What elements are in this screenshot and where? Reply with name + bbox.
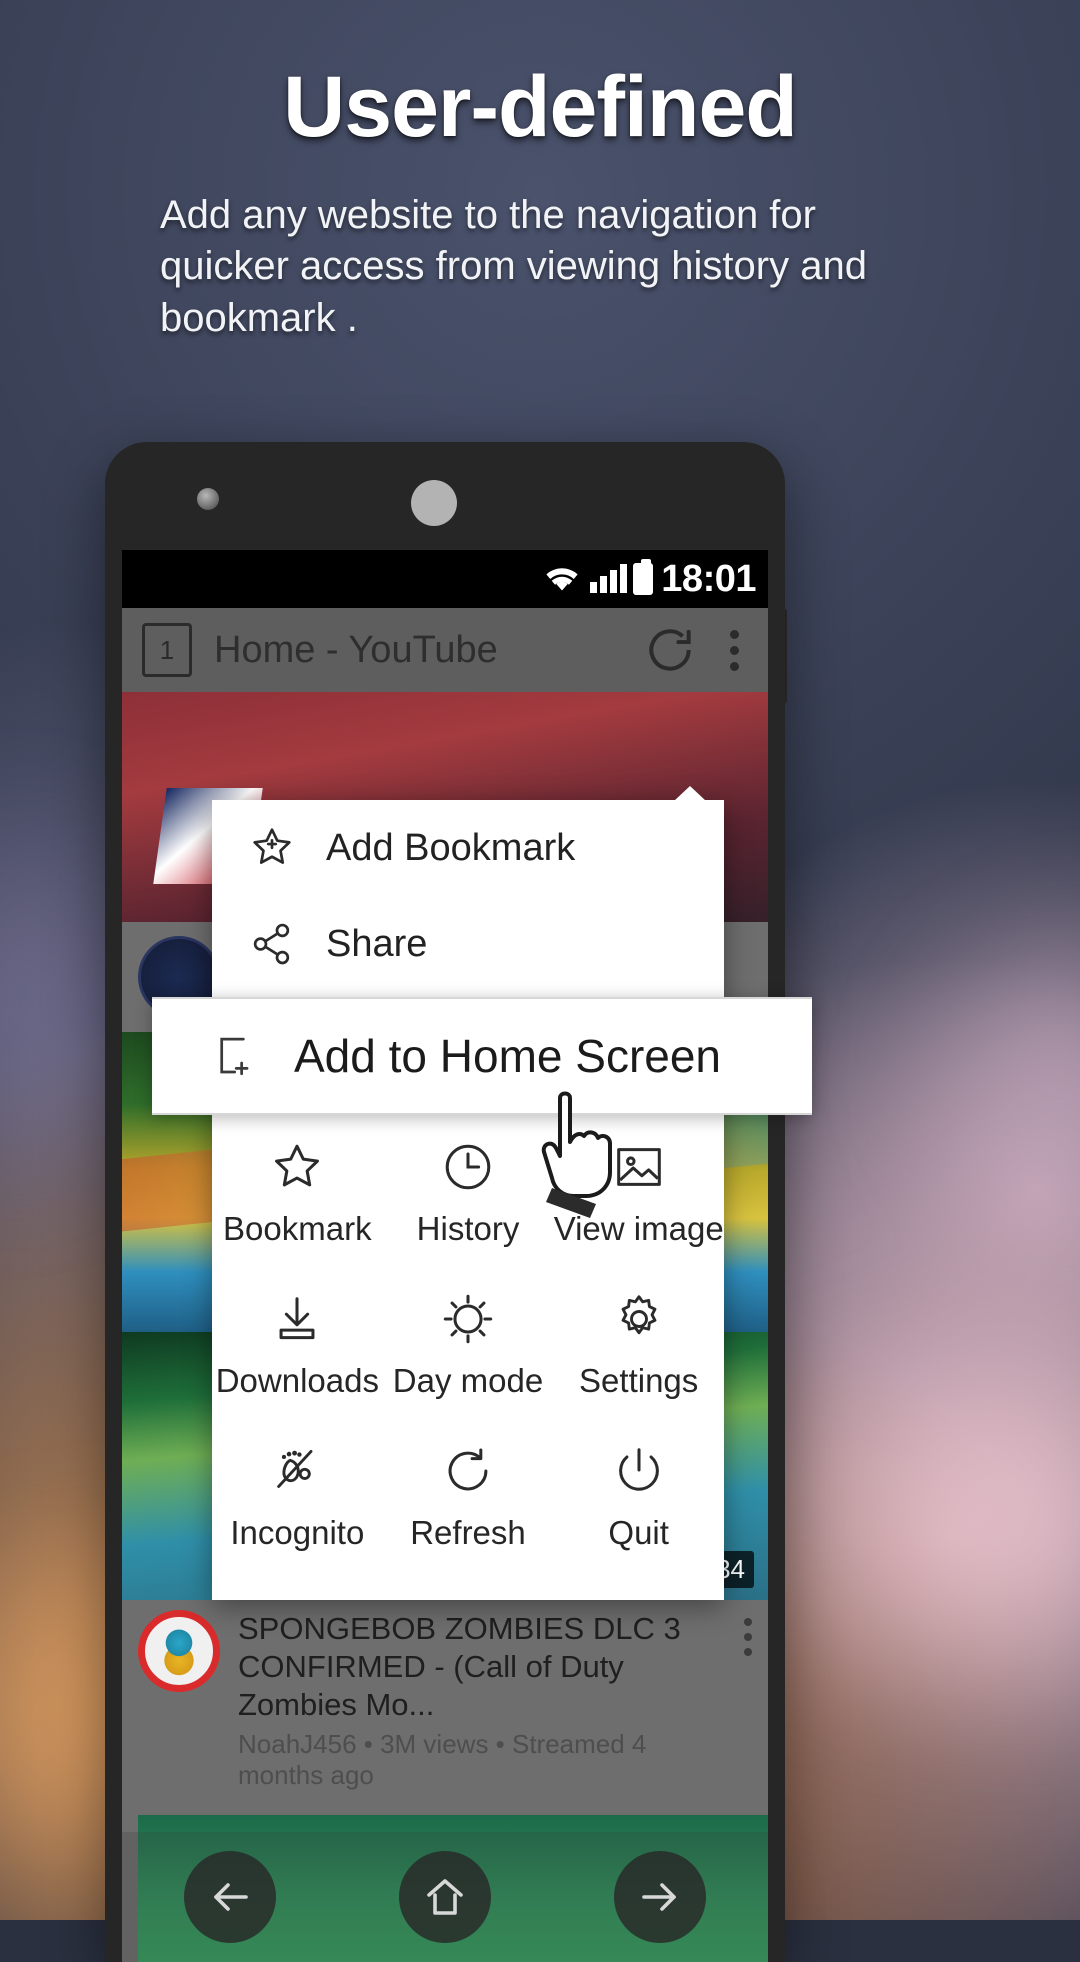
bottom-navigation-bar	[122, 1832, 768, 1962]
menu-grid-row: Bookmark History View image	[212, 1114, 724, 1266]
reload-icon[interactable]	[642, 622, 698, 678]
video-overflow-icon[interactable]	[744, 1610, 752, 1791]
power-icon	[608, 1440, 670, 1502]
share-nodes-icon	[246, 918, 298, 970]
clock-icon	[437, 1136, 499, 1198]
menu-icon-grid: Bookmark History View image Downloads Da…	[212, 1108, 724, 1600]
menu-grid-label: Incognito	[230, 1514, 365, 1551]
menu-grid-item-bookmark[interactable]: Bookmark	[212, 1114, 383, 1266]
menu-item-label: Add to Home Screen	[294, 1030, 722, 1082]
menu-grid-item-downloads[interactable]: Downloads	[212, 1266, 383, 1418]
menu-item-label: Share	[326, 922, 428, 965]
menu-grid-item-quit[interactable]: Quit	[553, 1418, 724, 1570]
download-icon	[266, 1288, 328, 1350]
hand-cursor-icon	[520, 1078, 640, 1218]
menu-grid-label: Bookmark	[223, 1210, 372, 1247]
promo-header: User-defined Add any website to the navi…	[0, 62, 1080, 344]
status-bar-clock: 18:01	[661, 557, 756, 600]
front-camera-icon	[197, 488, 219, 510]
page-title: User-defined	[283, 59, 798, 155]
tab-count-button[interactable]: 1	[142, 623, 192, 677]
signal-bars-icon	[590, 564, 628, 593]
page-subtitle: Add any website to the navigation for qu…	[160, 193, 867, 340]
star-plus-icon	[246, 822, 298, 874]
menu-grid-item-incognito[interactable]: Incognito	[212, 1418, 383, 1570]
video-meta: NoahJ456 • 3M views • Streamed 4 months …	[238, 1729, 647, 1791]
menu-grid-row: Downloads Day mode Settings	[212, 1266, 724, 1418]
menu-grid-item-settings[interactable]: Settings	[553, 1266, 724, 1418]
refresh-icon	[437, 1440, 499, 1502]
menu-grid-label: Quit	[608, 1514, 669, 1551]
gear-icon	[608, 1288, 670, 1350]
overflow-menu-icon[interactable]	[720, 629, 748, 671]
menu-grid-item-day-mode[interactable]: Day mode	[383, 1266, 554, 1418]
forward-button[interactable]	[614, 1851, 707, 1943]
menu-caret	[674, 786, 706, 801]
status-bar: 18:01	[122, 550, 768, 608]
menu-grid-label: History	[416, 1210, 520, 1247]
browser-toolbar: 1 Home - YouTube	[122, 608, 768, 692]
menu-item-add-to-home-screen[interactable]: Add to Home Screen	[152, 997, 812, 1115]
video-list-item[interactable]: SPONGEBOB ZOMBIES DLC 3 CONFIRMED - (Cal…	[122, 1600, 768, 1806]
avatar	[138, 1610, 220, 1692]
menu-item-share[interactable]: Share	[212, 896, 724, 992]
earpiece-speaker	[411, 480, 457, 526]
battery-full-icon	[633, 559, 654, 595]
home-button[interactable]	[398, 1851, 491, 1943]
incognito-footprint-icon	[266, 1440, 328, 1502]
address-bar-title[interactable]: Home - YouTube	[214, 629, 620, 672]
video-title: SPONGEBOB ZOMBIES DLC 3 CONFIRMED - (Cal…	[238, 1611, 681, 1722]
add-to-home-screen-icon	[210, 1030, 262, 1082]
menu-grid-label: Downloads	[215, 1362, 379, 1399]
star-icon	[266, 1136, 328, 1198]
wifi-icon	[540, 563, 584, 595]
menu-item-label: Add Bookmark	[326, 826, 576, 869]
menu-item-add-bookmark[interactable]: Add Bookmark	[212, 800, 724, 896]
browser-options-menu: Add Bookmark Share Bookmark History View…	[212, 786, 724, 1600]
menu-grid-label: Refresh	[410, 1514, 526, 1551]
menu-grid-row: Incognito Refresh Quit	[212, 1418, 724, 1570]
menu-grid-label: Day mode	[392, 1362, 544, 1399]
menu-grid-label: Settings	[579, 1362, 699, 1399]
phone-top-bezel	[105, 442, 785, 550]
menu-grid-item-refresh[interactable]: Refresh	[383, 1418, 554, 1570]
back-button[interactable]	[183, 1851, 276, 1943]
sun-icon	[437, 1288, 499, 1350]
